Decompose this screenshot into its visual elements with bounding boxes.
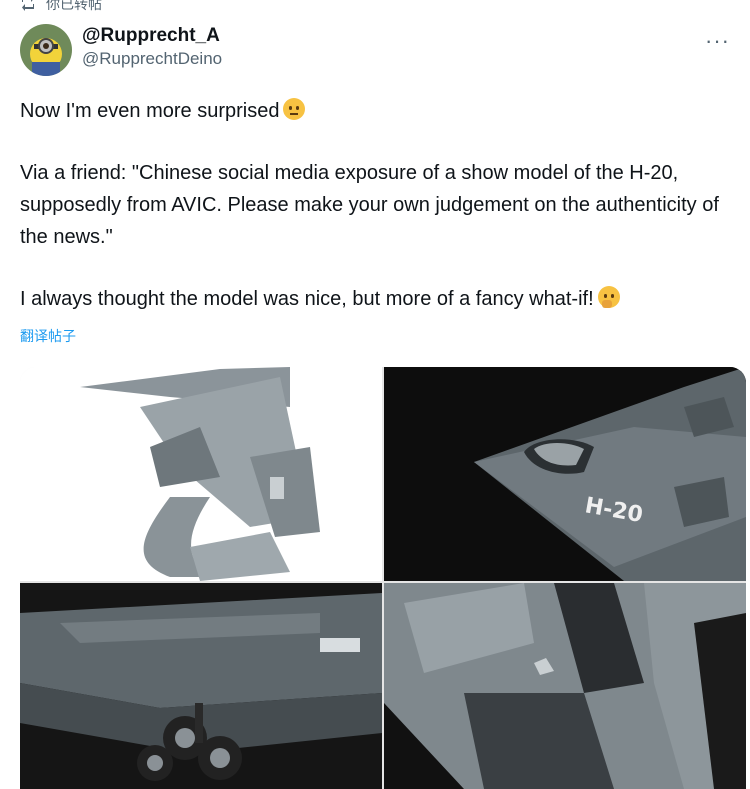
- author-display-name[interactable]: @Rupprecht_A: [82, 24, 222, 48]
- media-image-4[interactable]: [384, 583, 746, 789]
- more-options-button[interactable]: ···: [705, 28, 730, 54]
- retweet-context: 你已转帖: [20, 0, 102, 14]
- avatar[interactable]: [20, 24, 72, 76]
- media-grid: H-20: [20, 367, 746, 789]
- tweet-line-3: I always thought the model was nice, but…: [20, 288, 594, 310]
- tweet-line-2: Via a friend: "Chinese social media expo…: [20, 162, 719, 248]
- tweet-line-1: Now I'm even more surprised: [20, 100, 280, 122]
- retweet-icon: [20, 0, 36, 14]
- media-image-2[interactable]: H-20: [384, 367, 746, 581]
- raised-eyebrow-emoji: [283, 98, 306, 120]
- media-image-3[interactable]: [20, 583, 382, 789]
- tweet-header: @Rupprecht_A @RupprechtDeino ···: [20, 20, 730, 80]
- media-image-1[interactable]: [20, 367, 382, 581]
- thinking-emoji: [597, 286, 620, 308]
- tweet-body: Now I'm even more surprised Via a friend…: [20, 95, 722, 315]
- retweet-label: 你已转帖: [46, 0, 102, 12]
- author-handle[interactable]: @RupprechtDeino: [82, 48, 222, 70]
- translate-post-link[interactable]: 翻译帖子: [20, 326, 76, 346]
